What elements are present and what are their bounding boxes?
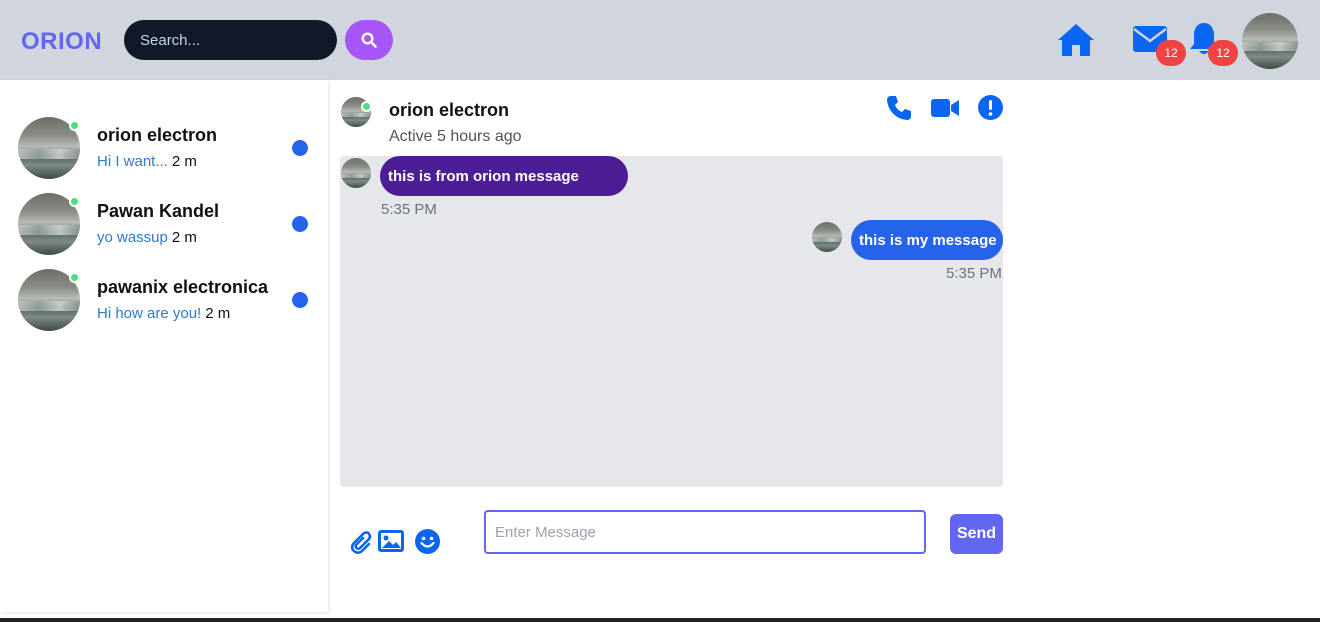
message-timestamp: 5:35 PM bbox=[946, 265, 1002, 282]
home-button[interactable] bbox=[1057, 23, 1095, 62]
conversation-item[interactable]: Pawan Kandel yo wassup 2 m bbox=[0, 193, 328, 265]
brand-logo[interactable]: ORION bbox=[21, 28, 102, 56]
chat-contact-name: orion electron bbox=[389, 100, 510, 120]
contact-name: Pawan Kandel bbox=[97, 201, 220, 221]
message-preview: Hi how are you! 2 m bbox=[97, 305, 231, 322]
conversation-item[interactable]: orion electron Hi I want... 2 m bbox=[0, 117, 328, 189]
sender-avatar bbox=[812, 222, 842, 252]
search-icon bbox=[361, 32, 377, 48]
search-button[interactable] bbox=[345, 20, 393, 60]
outgoing-message: this is my message bbox=[851, 220, 1003, 260]
image-icon bbox=[378, 530, 404, 552]
info-button[interactable] bbox=[978, 95, 1003, 125]
contact-name: pawanix electronica bbox=[97, 277, 269, 297]
smiley-icon bbox=[415, 529, 440, 554]
attach-file-button[interactable] bbox=[348, 530, 372, 560]
unread-indicator bbox=[292, 140, 308, 156]
online-indicator bbox=[69, 196, 80, 207]
notification-badge: 12 bbox=[1208, 40, 1238, 66]
send-button[interactable]: Send bbox=[950, 514, 1003, 554]
incoming-message: this is from orion message bbox=[380, 156, 628, 196]
online-indicator bbox=[69, 120, 80, 131]
contact-name: orion electron bbox=[97, 125, 218, 145]
message-timestamp: 5:35 PM bbox=[381, 201, 437, 218]
unread-indicator bbox=[292, 216, 308, 232]
phone-icon bbox=[887, 96, 911, 120]
sender-avatar bbox=[341, 158, 371, 188]
message-thread: this is from orion message 5:35 PM this … bbox=[340, 156, 1003, 487]
profile-avatar[interactable] bbox=[1242, 13, 1298, 69]
message-preview: yo wassup 2 m bbox=[97, 229, 197, 246]
message-input[interactable] bbox=[484, 510, 926, 554]
unread-indicator bbox=[292, 292, 308, 308]
message-time: 2 m bbox=[171, 229, 197, 246]
call-button[interactable] bbox=[886, 95, 912, 126]
home-icon bbox=[1058, 24, 1094, 56]
video-call-button[interactable] bbox=[931, 98, 959, 123]
online-indicator bbox=[361, 101, 372, 112]
conversation-item[interactable]: pawanix electronica Hi how are you! 2 m bbox=[0, 269, 328, 341]
info-icon bbox=[978, 95, 1003, 120]
conversation-list: orion electron Hi I want... 2 m Pawan Kan… bbox=[0, 80, 328, 612]
video-camera-icon bbox=[931, 99, 959, 117]
search-input[interactable] bbox=[124, 20, 337, 60]
top-navbar: ORION 12 12 bbox=[0, 0, 1320, 80]
online-indicator bbox=[69, 272, 80, 283]
mail-badge: 12 bbox=[1156, 40, 1186, 66]
message-preview: Hi I want... 2 m bbox=[97, 153, 197, 170]
window-bottom-border bbox=[0, 618, 1320, 622]
attach-image-button[interactable] bbox=[378, 530, 404, 557]
message-time: 2 m bbox=[205, 305, 231, 322]
emoji-button[interactable] bbox=[415, 529, 440, 559]
paperclip-icon bbox=[350, 531, 372, 554]
chat-contact-status: Active 5 hours ago bbox=[389, 128, 522, 145]
message-time: 2 m bbox=[171, 153, 197, 170]
